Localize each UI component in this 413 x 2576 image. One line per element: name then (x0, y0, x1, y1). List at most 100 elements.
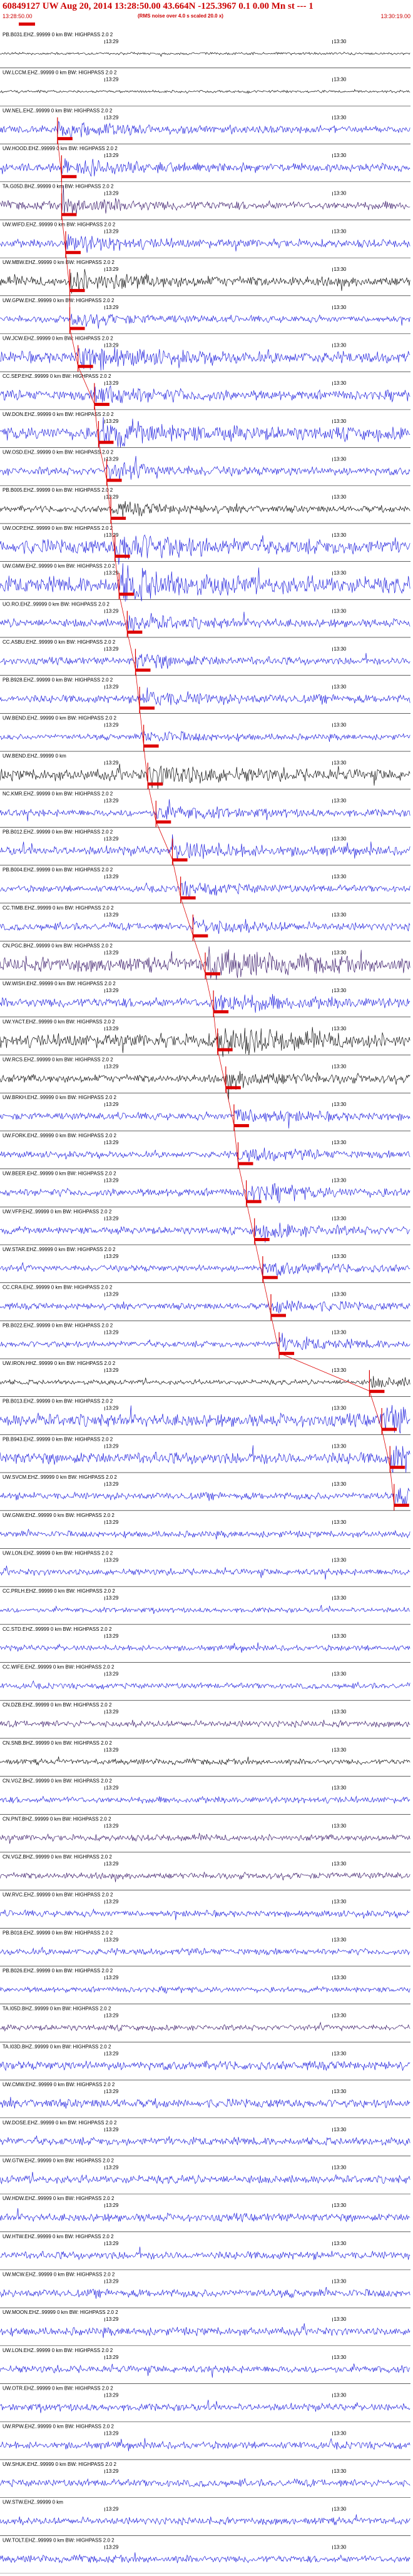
station-label: UW.OCP.EHZ..99999 0 km BW: HIGHPASS 2.0 … (3, 525, 113, 531)
trace-row: 13:29 13:30 UW.STW.EHZ..99999 0 km (0, 2500, 410, 2536)
station-label: UW.RCS.EHZ..99999 0 km BW: HIGHPASS 2.0 … (3, 1057, 113, 1063)
pick-flag (262, 1275, 278, 1279)
pick-flag (213, 1010, 229, 1013)
trace-row: 13:29 13:30 PB.B012.EHZ..99999 0 km BW: HI… (0, 829, 410, 866)
pick-flag (148, 782, 163, 786)
pick-flag (111, 517, 126, 520)
pick-flag (156, 820, 171, 824)
waveform-trace (0, 2136, 410, 2146)
trace-row: 13:29 13:30 UW.MBW.EHZ..99999 0 km BW: HIG… (0, 260, 410, 297)
pick-flag (217, 1048, 233, 1052)
pick-flag (233, 1123, 249, 1127)
waveform-trace (0, 687, 410, 706)
time-tick-label: 13:30 (334, 570, 347, 576)
trace-row: 13:29 13:30 CN.PNT.BHZ..99999 0 km BW: HIG… (0, 1816, 410, 1853)
trace-row: 13:29 13:30 UW.HTW.EHZ..99999 0 km BW: HIG… (0, 2234, 410, 2270)
time-tick-label: 13:29 (106, 2468, 119, 2474)
time-tick-label: 13:29 (106, 912, 119, 918)
time-tick-label: 13:30 (334, 1975, 347, 1980)
trace-row: 13:29 13:30 UW.LCCM.EHZ..99999 0 km BW: HI… (0, 70, 410, 106)
time-tick-label: 13:30 (334, 494, 347, 500)
waveform-trace (0, 731, 410, 742)
time-tick-label: 13:29 (106, 2013, 119, 2019)
time-tick-label: 13:30 (334, 191, 347, 196)
trace-row: 13:29 13:30 PB.B031.EHZ..99999 0 km BW: HI… (0, 32, 410, 68)
waveform-trace (0, 1680, 410, 1690)
waveform-trace (0, 347, 410, 371)
station-label: UW.HDW.EHZ..99999 0 km BW: HIGHPASS 2.0 … (3, 2196, 115, 2201)
trace-row: 13:29 13:30 PB.B005.EHZ..99999 0 km BW: HI… (0, 487, 410, 524)
waveform-trace (0, 1605, 410, 1615)
origin-marker (19, 23, 35, 26)
trace-row: 13:29 13:30 PB.B943.EHZ..99999 0 km BW: HI… (0, 1436, 410, 1473)
station-label: PB.B022.EHZ..99999 0 km BW: HIGHPASS 2.0… (3, 1322, 113, 1328)
waveform-trace (0, 1908, 410, 1920)
time-tick-label: 13:30 (334, 646, 347, 652)
pick-flag (127, 631, 143, 634)
time-tick-label: 13:30 (334, 1292, 347, 1297)
time-tick-label: 13:29 (106, 950, 119, 955)
time-tick-label: 13:30 (334, 1254, 347, 1259)
trace-row: 13:29 13:30 TA.I03D.BHZ..99999 0 km BW: HI… (0, 2044, 410, 2081)
time-tick-label: 13:29 (106, 608, 119, 614)
time-tick-label: 13:30 (334, 418, 347, 424)
station-label: UW.LCCM.EHZ..99999 0 km BW: HIGHPASS 2.0… (3, 70, 117, 76)
time-tick-label: 13:29 (106, 1937, 119, 1942)
time-tick-label: 13:29 (106, 760, 119, 766)
time-tick-label: 13:29 (106, 1899, 119, 1905)
pick-flag (98, 440, 114, 444)
time-tick-label: 13:30 (334, 1937, 347, 1942)
time-tick-label: 13:29 (106, 1785, 119, 1791)
time-tick-label: 13:30 (334, 2089, 347, 2094)
pick-flag (135, 668, 151, 672)
pick-flag (78, 365, 93, 368)
station-label: TA.G05D.BHZ..99999 0 km BW: HIGHPASS 2.0… (3, 184, 114, 190)
station-label: UW.OTR.EHZ..99999 0 km BW: HIGHPASS 2.0 … (3, 2386, 113, 2391)
trace-row: 13:29 13:30 CC.SEP.EHZ..99999 0 km BW: HIG… (0, 373, 410, 410)
station-label: CC.SEP.EHZ..99999 0 km BW: HIGHPASS 2.0 … (3, 373, 111, 379)
station-label: UW.STAR.EHZ..99999 0 km BW: HIGHPASS 2.0… (3, 1247, 116, 1252)
pick-flag (193, 934, 208, 938)
time-tick-label: 13:30 (334, 2203, 347, 2208)
time-tick-label: 13:29 (106, 228, 119, 234)
pick-flag (143, 744, 159, 748)
station-label: UW.STW.EHZ..99999 0 km (3, 2500, 63, 2505)
pick-flag (279, 1352, 295, 1356)
pick-flag (57, 137, 73, 141)
trace-row: 13:29 13:30 PB.B026.EHZ..99999 0 km BW: HI… (0, 1968, 410, 2005)
time-tick-label: 13:29 (106, 1595, 119, 1601)
pick-flag (225, 1086, 241, 1090)
time-tick-label: 13:30 (334, 1102, 347, 1107)
time-tick-label: 13:30 (334, 77, 347, 83)
trace-row: 13:29 13:30 NC.KMR.EHZ..99999 0 km BW: HIG… (0, 791, 410, 828)
time-tick-label: 13:30 (334, 2468, 347, 2474)
station-label: TA.I03D.BHZ..99999 0 km BW: HIGHPASS 2.0… (3, 2044, 111, 2049)
time-tick-label: 13:30 (334, 2279, 347, 2284)
time-tick-label: 13:30 (334, 1215, 347, 1221)
time-tick-label: 13:29 (106, 988, 119, 993)
time-tick-label: 13:30 (334, 912, 347, 918)
time-tick-label: 13:30 (334, 608, 347, 614)
time-tick-label: 13:29 (106, 77, 119, 83)
time-tick-label: 13:30 (334, 1899, 347, 1905)
time-tick-label: 13:29 (106, 2544, 119, 2550)
time-tick-label: 13:29 (106, 266, 119, 272)
station-label: UW.GNW.EHZ..99999 0 km BW: HIGHPASS 2.0 … (3, 1513, 115, 1518)
time-tick-label: 13:30 (334, 1709, 347, 1715)
waveform-trace (0, 234, 410, 253)
pick-flag (246, 1200, 262, 1204)
time-tick-label: 13:30 (334, 114, 347, 120)
station-label: CN.PGC.BHZ..99999 0 km BW: HIGHPASS 2.0 … (3, 943, 113, 948)
time-tick-label: 13:29 (106, 1254, 119, 1259)
waveform-trace (0, 834, 410, 861)
station-label: TA.I05D.BHZ..99999 0 km BW: HIGHPASS 2.0… (3, 2006, 111, 2012)
time-tick-label: 13:30 (334, 1140, 347, 1145)
time-tick-label: 13:29 (106, 722, 119, 728)
time-tick-label: 13:29 (106, 836, 119, 841)
time-tick-label: 13:29 (106, 874, 119, 880)
waveform-trace (0, 2552, 410, 2563)
waveform-trace (0, 1946, 410, 1956)
station-label: PB.B013.EHZ..99999 0 km BW: HIGHPASS 2.0… (3, 1399, 113, 1404)
station-label: CN.DZB.EHZ..99999 0 km BW: HIGHPASS 2.0 … (3, 1702, 112, 1708)
waveform-trace (0, 2097, 410, 2109)
